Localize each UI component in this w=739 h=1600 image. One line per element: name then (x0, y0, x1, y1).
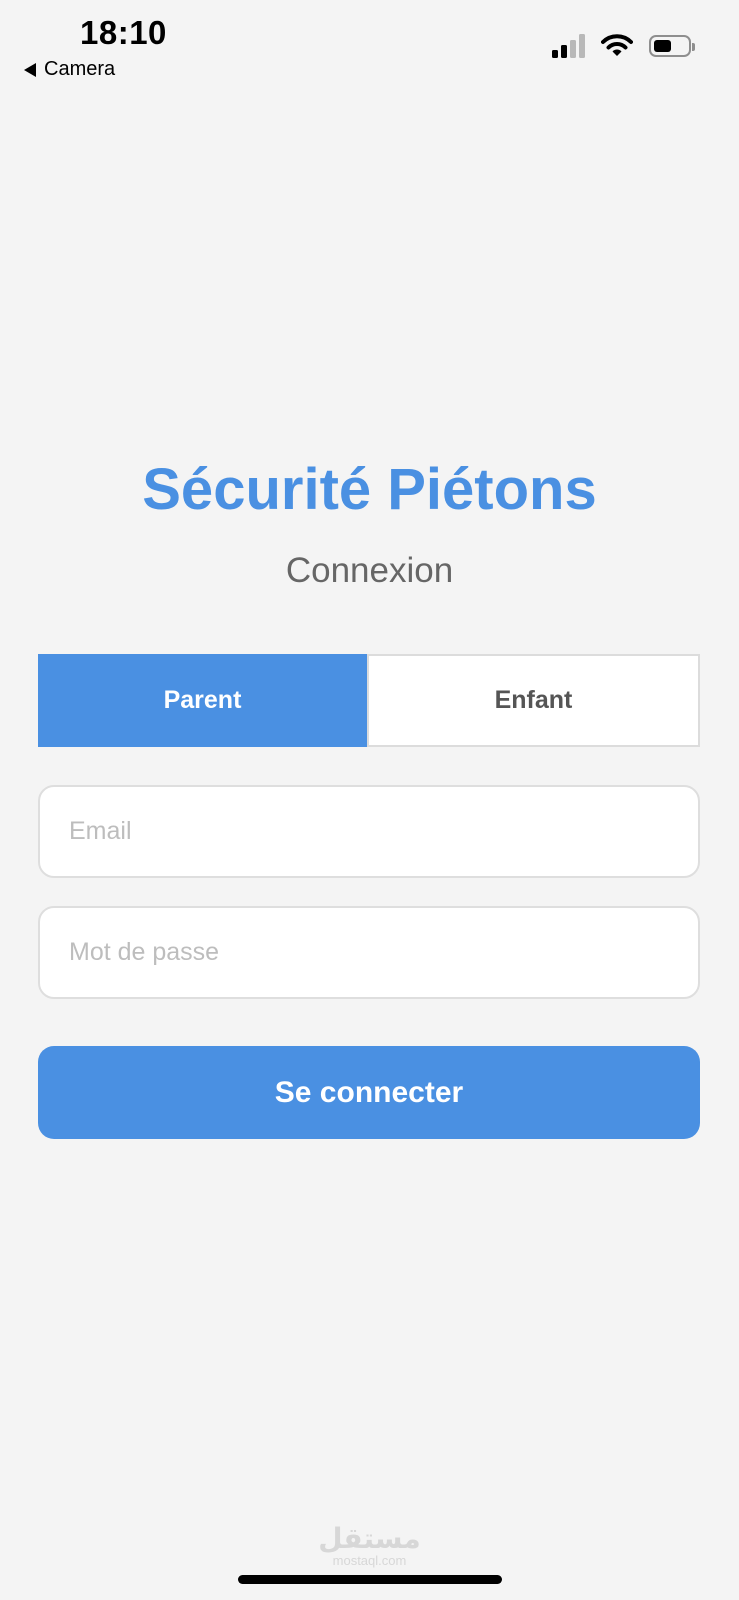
role-parent-tab[interactable]: Parent (38, 654, 367, 747)
battery-icon (649, 35, 695, 57)
page-subtitle: Connexion (285, 551, 454, 590)
watermark: مستقل mostaql.com (0, 1524, 739, 1568)
password-field[interactable] (38, 906, 700, 999)
role-child-tab[interactable]: Enfant (367, 654, 700, 747)
email-field[interactable] (38, 785, 700, 878)
status-bar: 18:10 Camera (0, 0, 739, 90)
back-label: Camera (44, 58, 116, 80)
role-toggle: Parent Enfant (38, 654, 700, 747)
login-button[interactable]: Se connecter (38, 1046, 700, 1139)
status-icons (552, 34, 695, 58)
back-to-camera-link[interactable]: Camera (24, 58, 115, 81)
cellular-signal-icon (552, 34, 585, 58)
wifi-icon (601, 34, 633, 56)
status-time: 18:10 (80, 14, 167, 51)
home-indicator[interactable] (238, 1575, 502, 1584)
battery-level (654, 40, 671, 52)
back-arrow-icon (24, 62, 36, 77)
watermark-logo: مستقل (318, 1523, 421, 1554)
app-title: Sécurité Piétons (142, 457, 597, 522)
watermark-url: mostaql.com (332, 1553, 407, 1568)
